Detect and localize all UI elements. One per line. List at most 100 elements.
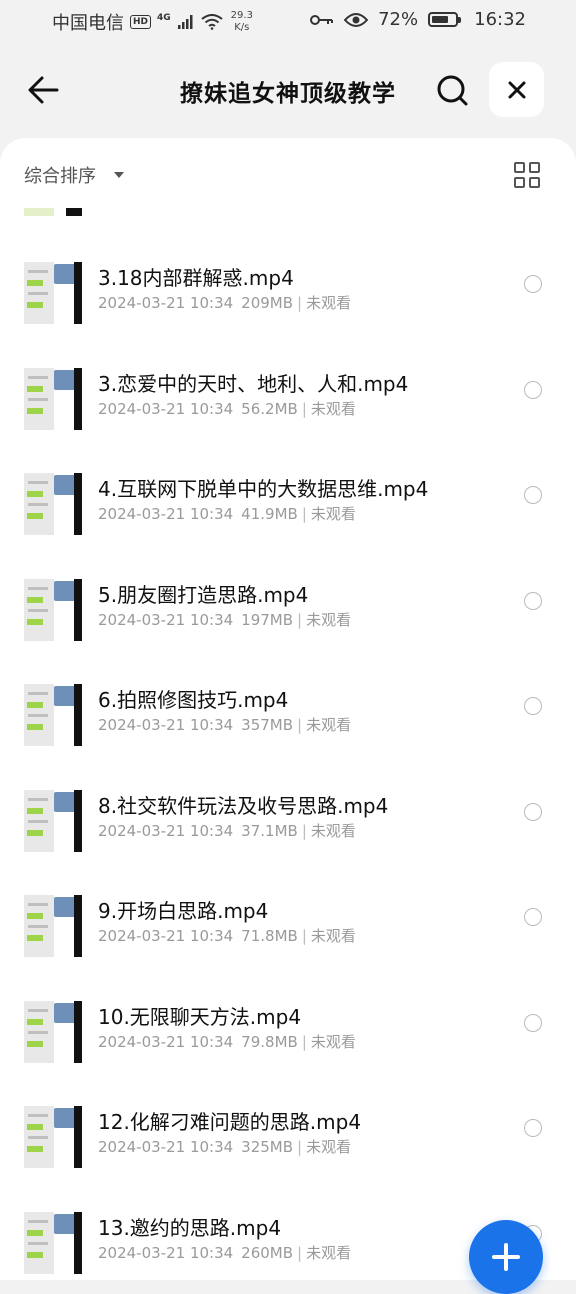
file-size: 41.9MB <box>241 505 298 523</box>
close-icon <box>508 81 525 98</box>
thumb-line <box>28 1030 48 1034</box>
file-row[interactable]: 9.开场白思路.mp4 2024-03-21 10:34 71.8MB | 未观看 <box>0 875 576 980</box>
meta-separator: | <box>301 927 307 945</box>
video-thumbnail <box>24 684 82 746</box>
file-date: 2024-03-21 10:34 <box>98 610 234 629</box>
thumb-line <box>28 586 48 590</box>
file-meta: 2024-03-21 10:34 71.8MB | 未观看 <box>98 925 356 946</box>
file-meta: 2024-03-21 10:34 197MB | 未观看 <box>98 609 351 630</box>
file-date: 2024-03-21 10:34 <box>98 505 234 523</box>
grid-view-icon <box>514 177 525 188</box>
watch-status: 未观看 <box>306 1138 352 1156</box>
file-name: 3.18内部群解惑.mp4 <box>98 266 294 290</box>
thumb-line <box>28 1241 48 1245</box>
thumb-edge <box>74 1211 82 1274</box>
watch-status: 未观看 <box>306 294 352 312</box>
video-thumbnail <box>24 262 82 324</box>
thumb-line <box>28 925 48 928</box>
thumb-edge <box>74 262 82 324</box>
grid-view-button[interactable] <box>514 162 540 188</box>
select-radio[interactable] <box>524 591 542 610</box>
file-row[interactable]: 3.恋爱中的天时、地利、人和.mp4 2024-03-21 10:34 56.2MB… <box>0 348 576 453</box>
thumb-line <box>28 797 48 801</box>
file-row[interactable]: 10.无限聊天方法.mp4 2024-03-21 10:34 79.8MB | 未观看 <box>0 981 576 1086</box>
select-radio[interactable] <box>524 908 542 926</box>
select-radio[interactable] <box>524 1119 542 1137</box>
search-icon <box>437 75 468 106</box>
file-row[interactable]: 12.化解刁难问题的思路.mp4 2024-03-21 10:34 325MB | 未观… <box>0 1086 576 1191</box>
file-date: 2024-03-21 10:34 <box>98 927 234 945</box>
thumb-bubble <box>27 491 43 497</box>
thumb-bubble <box>27 807 43 814</box>
battery-icon <box>428 12 462 27</box>
thumb-avatar <box>54 686 76 706</box>
file-size: 260MB <box>241 1243 294 1262</box>
video-thumbnail <box>24 578 82 641</box>
video-thumbnail <box>24 1000 82 1063</box>
video-thumbnail <box>24 1106 82 1168</box>
meta-separator: | <box>301 399 307 418</box>
file-row[interactable]: 3.18内部群解惑.mp4 2024-03-21 10:34 209MB | 未观看 <box>0 242 576 347</box>
thumb-line <box>28 714 48 717</box>
meta-separator: | <box>297 1243 303 1262</box>
file-row[interactable]: 8.社交软件玩法及收号思路.mp4 2024-03-21 10:34 37.1MB |… <box>0 770 576 875</box>
thumb-bubble <box>27 618 43 625</box>
select-radio[interactable] <box>524 697 542 715</box>
meta-separator: | <box>301 821 307 840</box>
video-thumbnail <box>24 473 82 535</box>
select-radio[interactable] <box>524 275 542 293</box>
thumb-line <box>28 692 48 695</box>
file-name: 10.无限聊天方法.mp4 <box>98 1004 302 1029</box>
thumb-line <box>28 903 48 906</box>
thumb-edge <box>74 895 82 957</box>
watch-status: 未观看 <box>310 505 356 523</box>
thumb-line <box>28 292 48 295</box>
thumb-edge <box>74 684 82 746</box>
thumb-avatar <box>54 580 76 601</box>
thumb-bubble <box>27 1146 43 1152</box>
thumb-edge <box>74 473 82 535</box>
file-meta: 2024-03-21 10:34 79.8MB | 未观看 <box>98 1031 356 1052</box>
thumb-avatar <box>54 264 76 284</box>
thumb-line <box>28 1136 48 1139</box>
file-row[interactable]: 5.朋友圈打造思路.mp4 2024-03-21 10:34 197MB | 未观看 <box>0 559 576 664</box>
thumb-bubble <box>27 935 43 941</box>
file-row[interactable]: 4.互联网下脱单中的大数据思维.mp4 2024-03-21 10:34 41.9M… <box>0 453 576 558</box>
sort-label: 综合排序 <box>24 166 96 187</box>
file-size: 71.8MB <box>241 927 298 945</box>
file-row[interactable]: 6.拍照修图技巧.mp4 2024-03-21 10:34 357MB | 未观看 <box>0 664 576 769</box>
caret-down-icon <box>114 172 124 178</box>
thumb-bubble <box>27 513 43 519</box>
thumb-avatar <box>54 369 76 390</box>
meta-separator: | <box>297 716 303 734</box>
thumb-line <box>28 375 48 379</box>
hd-badge: HD <box>130 15 152 29</box>
file-date: 2024-03-21 10:34 <box>98 399 234 418</box>
key-icon <box>310 14 334 25</box>
thumb-bubble <box>27 1040 43 1047</box>
file-name: 6.拍照修图技巧.mp4 <box>98 688 289 712</box>
close-button[interactable] <box>489 62 544 117</box>
file-name: 9.开场白思路.mp4 <box>98 899 269 923</box>
file-size: 79.8MB <box>241 1032 298 1051</box>
file-size: 37.1MB <box>241 821 298 840</box>
thumb-line <box>28 397 48 401</box>
video-thumbnail <box>24 789 82 852</box>
file-meta: 2024-03-21 10:34 260MB | 未观看 <box>98 1242 351 1263</box>
network-speed: 29.3 K/s <box>231 10 253 34</box>
select-radio[interactable] <box>524 380 542 399</box>
search-button[interactable] <box>432 70 472 110</box>
thumb-edge <box>74 367 82 430</box>
file-date: 2024-03-21 10:34 <box>98 716 234 734</box>
select-radio[interactable] <box>524 1013 542 1032</box>
sort-dropdown[interactable]: 综合排序 <box>24 162 124 188</box>
watch-status: 未观看 <box>310 399 356 418</box>
thumb-bubble <box>27 913 43 919</box>
grid-view-icon <box>514 162 525 173</box>
select-radio[interactable] <box>524 802 542 821</box>
select-radio[interactable] <box>524 486 542 504</box>
file-name: 5.朋友圈打造思路.mp4 <box>98 582 309 607</box>
thumb-bubble <box>27 702 43 708</box>
file-date: 2024-03-21 10:34 <box>98 1138 234 1156</box>
add-button[interactable] <box>469 1220 543 1294</box>
